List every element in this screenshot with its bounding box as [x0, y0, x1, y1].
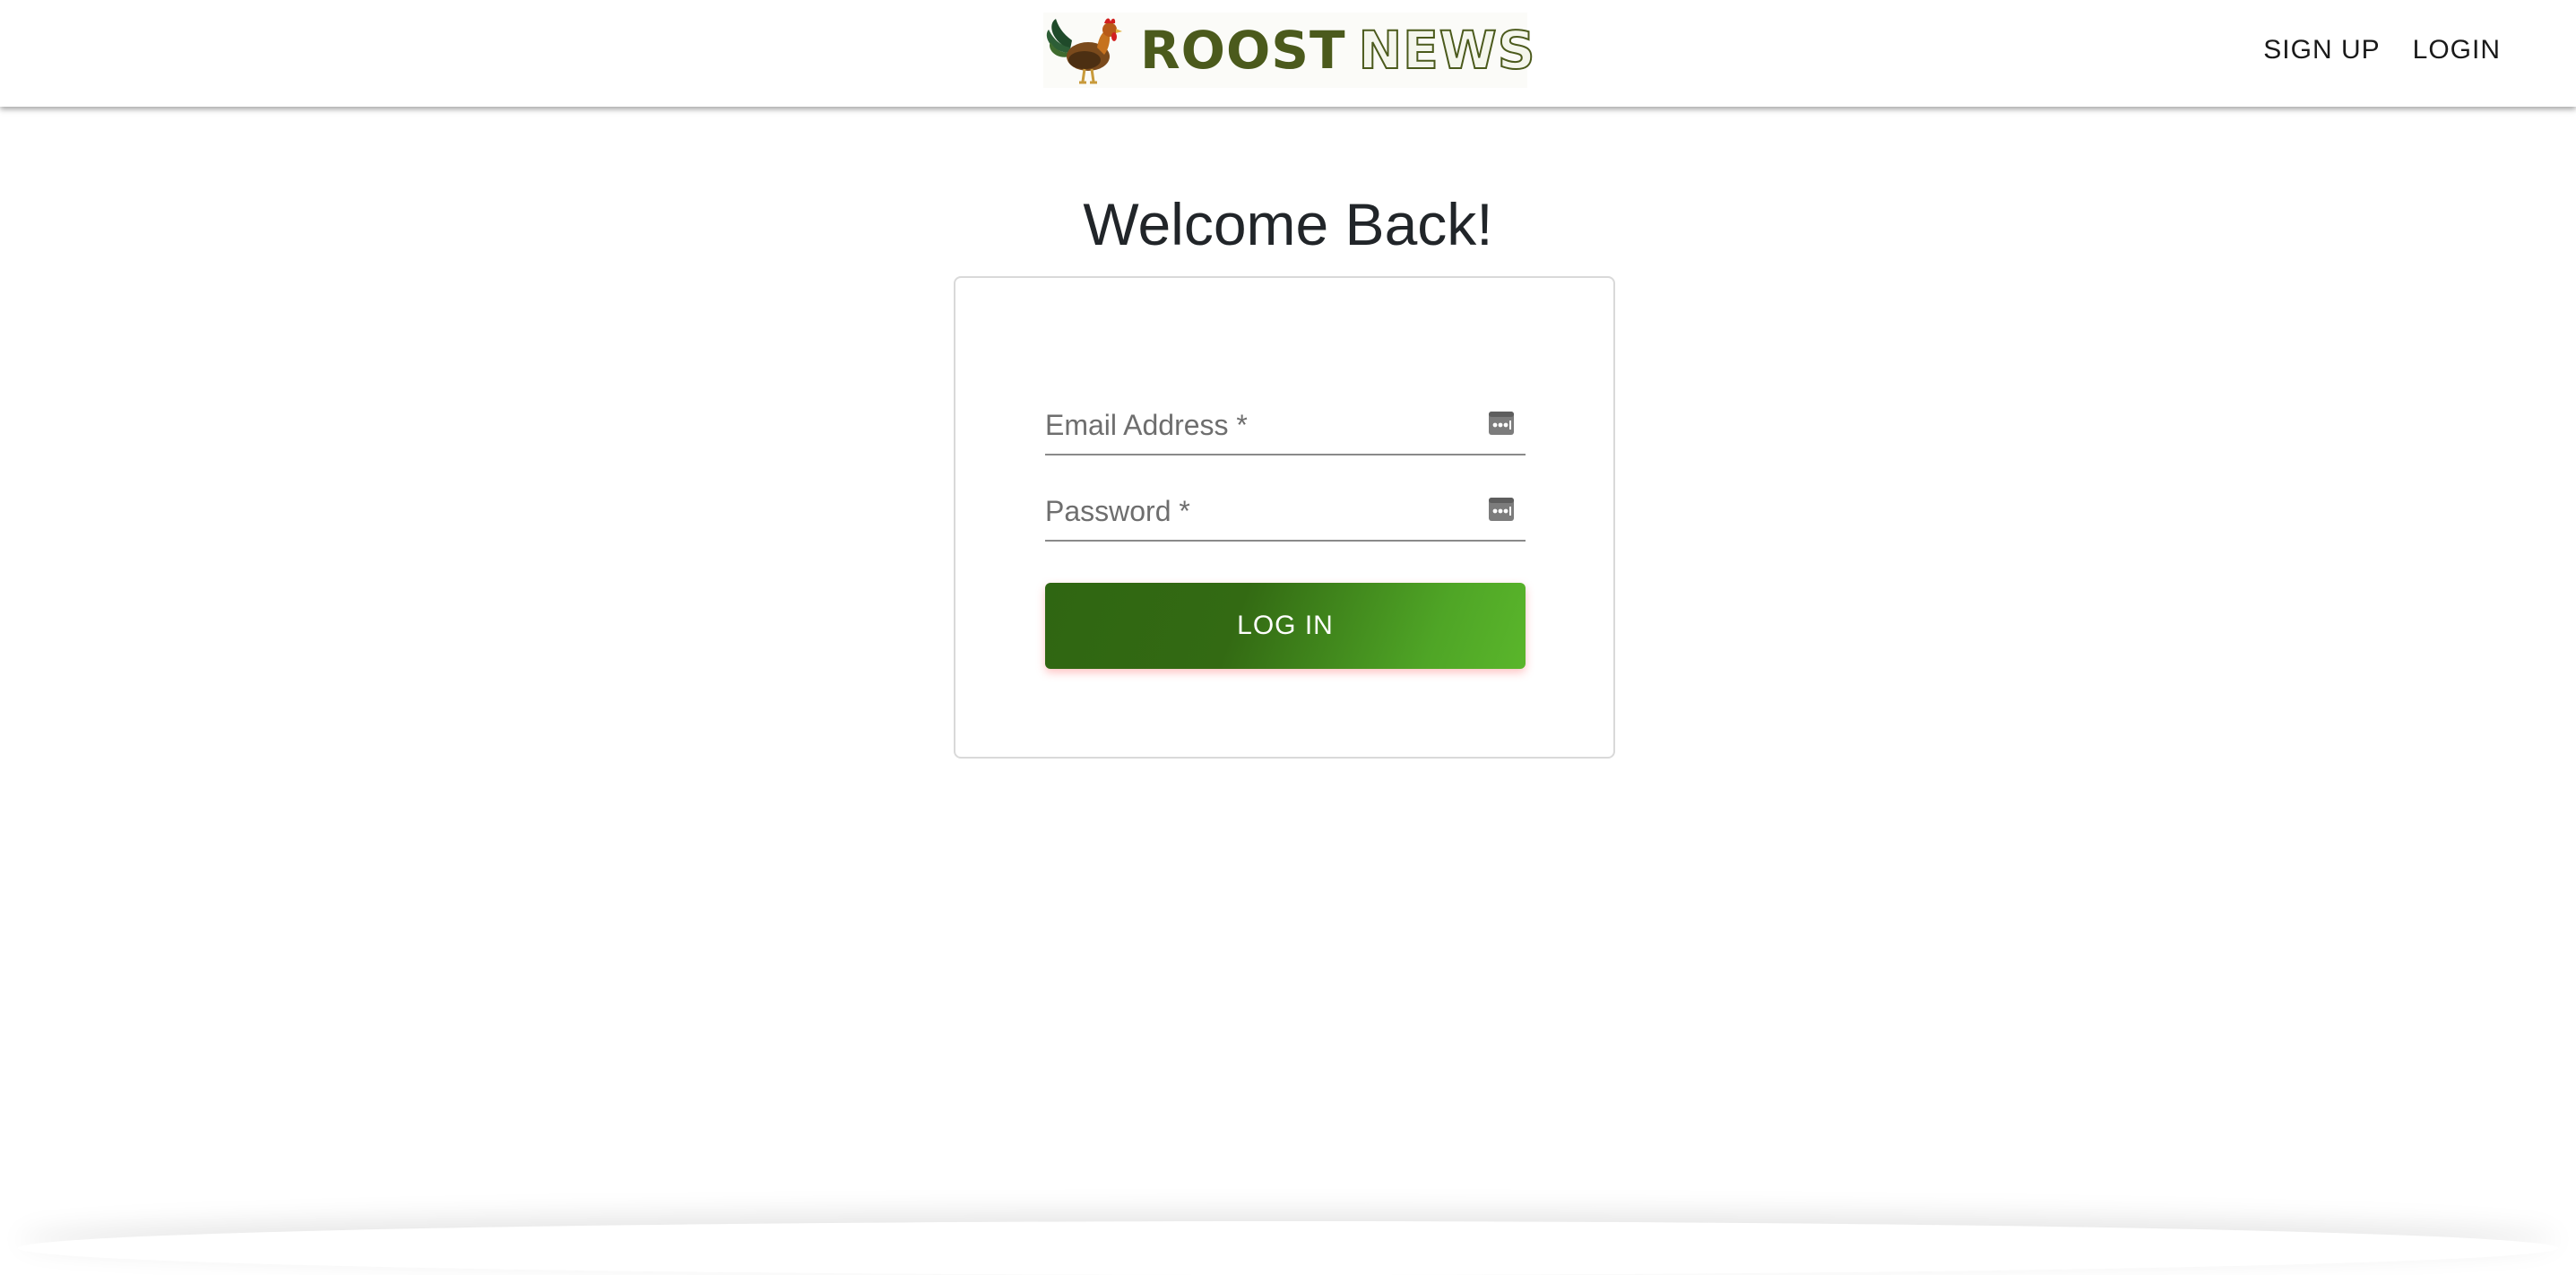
- logo-word-news: NEWS: [1358, 19, 1536, 82]
- email-field: [1045, 398, 1526, 455]
- top-header: ROOST NEWS SIGN UP LOGIN: [0, 0, 2576, 107]
- roost-news-logo[interactable]: ROOST NEWS: [1043, 13, 1536, 88]
- footer-shadow: [18, 1221, 2558, 1275]
- password-input[interactable]: [1045, 484, 1457, 538]
- nav-login-link[interactable]: LOGIN: [2397, 31, 2517, 69]
- email-input[interactable]: [1045, 398, 1457, 452]
- logo-text: ROOST NEWS: [1140, 19, 1536, 82]
- password-manager-icon[interactable]: [1488, 497, 1515, 522]
- login-card: LOG IN: [954, 276, 1615, 759]
- login-submit-button[interactable]: LOG IN: [1045, 583, 1526, 669]
- page-title: Welcome Back!: [1083, 191, 1493, 257]
- logo-word-roost: ROOST: [1140, 20, 1346, 81]
- password-manager-icon[interactable]: [1488, 411, 1515, 436]
- header-nav: SIGN UP LOGIN: [2247, 31, 2517, 69]
- rooster-icon: [1046, 18, 1122, 84]
- password-field: [1045, 484, 1526, 542]
- nav-signup-link[interactable]: SIGN UP: [2247, 31, 2396, 69]
